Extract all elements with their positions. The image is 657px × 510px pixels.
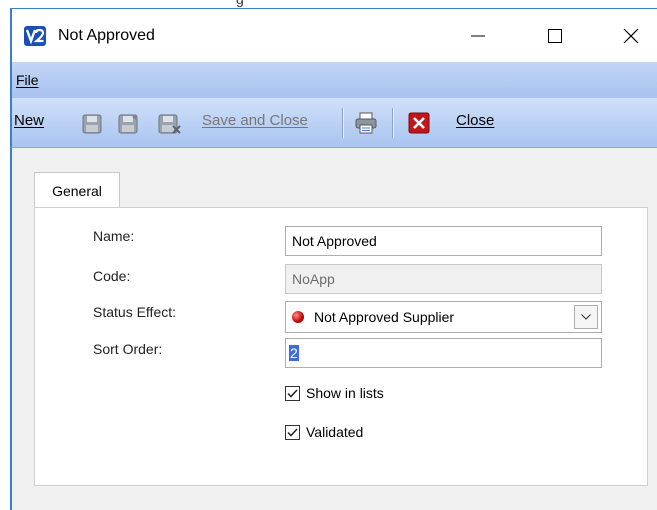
title-bar: Not Approved bbox=[10, 8, 657, 62]
name-label: Name: bbox=[93, 228, 135, 244]
chevron-down-icon bbox=[581, 314, 591, 320]
sort-order-label: Sort Order: bbox=[93, 341, 163, 357]
print-icon[interactable] bbox=[354, 112, 378, 134]
top-strip: g bbox=[0, 0, 657, 8]
menu-file[interactable]: File bbox=[16, 72, 39, 88]
minimize-button[interactable] bbox=[455, 19, 501, 53]
validated-checkbox[interactable]: Validated bbox=[285, 424, 363, 440]
toolbar-separator bbox=[342, 108, 344, 138]
toolbar: New Save and Close Close bbox=[10, 98, 657, 148]
maximize-icon bbox=[548, 29, 562, 43]
sort-order-value: 2 bbox=[289, 345, 299, 361]
app-logo-icon bbox=[24, 26, 46, 46]
content-area: General Name: Not Approved Code: NoApp S… bbox=[10, 148, 657, 510]
minimize-icon bbox=[471, 35, 485, 37]
name-value: Not Approved bbox=[292, 233, 377, 249]
toolbar-separator bbox=[392, 108, 394, 138]
checkbox-checked-icon[interactable] bbox=[285, 385, 300, 401]
show-in-lists-label: Show in lists bbox=[306, 385, 384, 401]
new-button[interactable]: New bbox=[14, 112, 44, 129]
menu-bar: File bbox=[10, 62, 657, 98]
status-effect-dropdown[interactable]: Not Approved Supplier bbox=[285, 301, 602, 333]
code-value: NoApp bbox=[292, 271, 335, 287]
code-field: NoApp bbox=[285, 264, 602, 294]
save-and-close-button[interactable]: Save and Close bbox=[202, 112, 308, 129]
background-text-fragment: g bbox=[236, 0, 244, 7]
status-dot-icon bbox=[292, 311, 304, 323]
maximize-button[interactable] bbox=[532, 19, 578, 53]
status-effect-value: Not Approved Supplier bbox=[314, 309, 455, 325]
close-red-icon[interactable] bbox=[408, 112, 430, 134]
close-icon bbox=[623, 28, 639, 44]
show-in-lists-checkbox[interactable]: Show in lists bbox=[285, 385, 384, 401]
tab-general[interactable]: General bbox=[34, 172, 120, 208]
save-new-icon[interactable] bbox=[118, 114, 138, 134]
window-title: Not Approved bbox=[58, 27, 155, 44]
validated-label: Validated bbox=[306, 424, 364, 440]
name-field[interactable]: Not Approved bbox=[285, 226, 602, 256]
close-button[interactable]: Close bbox=[456, 112, 494, 129]
checkbox-checked-icon[interactable] bbox=[285, 424, 300, 440]
status-effect-label: Status Effect: bbox=[93, 304, 177, 320]
general-panel: Name: Not Approved Code: NoApp Status Ef… bbox=[34, 207, 648, 486]
save-icon[interactable] bbox=[82, 114, 102, 134]
code-label: Code: bbox=[93, 268, 131, 284]
dropdown-button[interactable] bbox=[574, 305, 598, 329]
close-window-button[interactable] bbox=[608, 19, 654, 53]
save-and-close-icon[interactable] bbox=[158, 114, 182, 134]
sort-order-field[interactable]: 2 bbox=[285, 338, 602, 368]
